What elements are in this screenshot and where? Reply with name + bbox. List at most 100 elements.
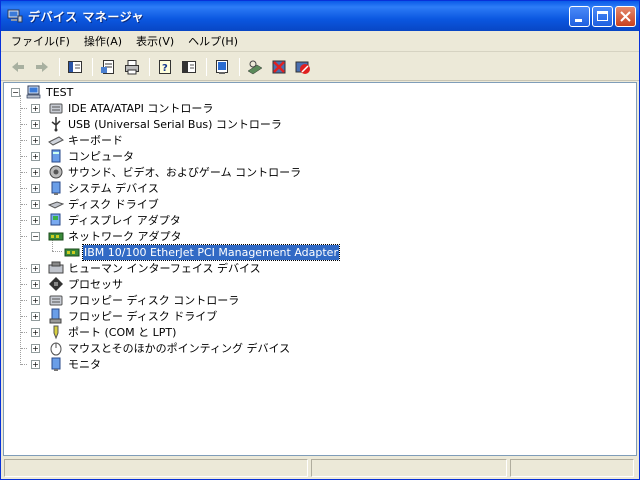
view-icon [182, 60, 196, 73]
tree-item[interactable]: − ネットワーク アダプタ [21, 228, 183, 244]
back-icon [12, 61, 24, 72]
tree-item-label: IDE ATA/ATAPI コントローラ [68, 101, 214, 115]
tree-item[interactable]: + モニタ [21, 356, 102, 372]
tree-item-label: プロセッサ [68, 277, 123, 291]
device-manager-icon [7, 9, 23, 23]
disable-button[interactable] [292, 56, 314, 78]
expand-toggle[interactable]: + [31, 263, 40, 273]
toolbar-separator [206, 57, 207, 76]
tree-connector [21, 300, 27, 301]
disk-drive-icon [48, 201, 64, 209]
menu-view[interactable]: 表示(V) [129, 32, 181, 51]
expand-toggle[interactable]: + [31, 279, 40, 289]
expand-toggle[interactable]: + [31, 135, 40, 145]
expand-toggle[interactable]: + [31, 295, 40, 305]
tree-connector [21, 316, 27, 317]
collapse-toggle[interactable]: − [31, 231, 40, 241]
back-button[interactable] [7, 56, 29, 78]
expand-toggle[interactable]: + [31, 359, 40, 369]
tree-connector [21, 204, 27, 205]
tree-item-label: サウンド、ビデオ、およびゲーム コントローラ [68, 165, 302, 179]
status-panel [311, 459, 507, 477]
show-hide-tree-button[interactable] [64, 56, 86, 78]
tree-item[interactable]: + サウンド、ビデオ、およびゲーム コントローラ [21, 164, 302, 180]
expand-toggle[interactable]: + [31, 311, 40, 321]
status-panel [4, 459, 308, 477]
tree-item[interactable]: + ポート (COM と LPT) [21, 324, 177, 340]
maximize-button[interactable] [592, 6, 613, 27]
tree-connector [20, 95, 21, 365]
menu-help[interactable]: ヘルプ(H) [181, 32, 245, 51]
hid-icon [48, 261, 64, 274]
keyboard-icon [48, 136, 64, 146]
tree-item[interactable]: + システム デバイス [21, 180, 160, 196]
view-button[interactable] [178, 56, 200, 78]
help-icon: ? [159, 59, 171, 74]
expand-toggle[interactable]: + [31, 119, 40, 129]
computer-icon [26, 85, 41, 99]
toolbar-separator [149, 57, 150, 76]
monitor-icon [51, 357, 61, 371]
tree-item-label: コンピュータ [68, 149, 134, 163]
properties-button[interactable] [97, 56, 119, 78]
scan-hardware-button[interactable] [244, 56, 266, 78]
close-button[interactable] [615, 6, 636, 27]
expand-toggle[interactable]: + [31, 199, 40, 209]
forward-icon [36, 61, 48, 72]
tree-connector [21, 156, 27, 157]
tree-item-label: ネットワーク アダプタ [68, 229, 182, 243]
tree-item[interactable]: + ヒューマン インターフェイス デバイス [21, 260, 262, 276]
port-icon [53, 325, 59, 340]
expand-toggle[interactable]: + [31, 327, 40, 337]
tree-item-label: フロッピー ディスク ドライブ [68, 309, 218, 323]
tree-connector [21, 348, 27, 349]
tree-item-label: システム デバイス [68, 181, 159, 195]
tree-item[interactable]: + USB (Universal Serial Bus) コントローラ [21, 116, 283, 132]
sound-icon [49, 165, 63, 179]
tree-item[interactable]: + コンピュータ [21, 148, 135, 164]
tree-connector [21, 188, 27, 189]
collapse-toggle[interactable]: − [11, 87, 20, 97]
device-tree[interactable]: − TEST + IDE ATA/ATAPI コントローラ + USB (Univer… [3, 82, 637, 456]
tree-item[interactable]: + キーボード [21, 132, 124, 148]
selected-device-label: IBM 10/100 EtherJet PCI Management Adapt… [82, 243, 340, 261]
expand-toggle[interactable]: + [31, 103, 40, 113]
menu-action[interactable]: 操作(A) [77, 32, 129, 51]
refresh-button[interactable] [211, 56, 233, 78]
forward-button[interactable] [31, 56, 53, 78]
expand-toggle[interactable]: + [31, 167, 40, 177]
print-button[interactable] [121, 56, 143, 78]
tree-connector [21, 140, 27, 141]
expand-toggle[interactable]: + [31, 343, 40, 353]
tree-item[interactable]: + マウスとそのほかのポインティング デバイス [21, 340, 291, 356]
tree-item-label: フロッピー ディスク コントローラ [68, 293, 240, 307]
display-adapter-icon [50, 213, 61, 226]
uninstall-button[interactable] [268, 56, 290, 78]
tree-item[interactable]: + ディスプレイ アダプタ [21, 212, 182, 228]
expand-toggle[interactable]: + [31, 215, 40, 225]
tree-item[interactable]: + ディスク ドライブ [21, 196, 160, 212]
system-device-icon [51, 181, 61, 195]
tree-root[interactable]: − TEST [11, 84, 74, 100]
toolbar-separator [59, 57, 60, 76]
tree-connector [21, 236, 27, 237]
help-button[interactable]: ? [154, 56, 176, 78]
menu-file[interactable]: ファイル(F) [4, 32, 77, 51]
tree-connector [21, 284, 27, 285]
tree-connector [21, 124, 27, 125]
tree-item-label: キーボード [68, 133, 123, 147]
title-bar[interactable]: デバイス マネージャ [1, 1, 639, 31]
toolbar: ? [1, 53, 639, 81]
tree-item[interactable]: + IDE ATA/ATAPI コントローラ [21, 100, 214, 116]
expand-toggle[interactable]: + [31, 183, 40, 193]
tree-item[interactable]: + フロッピー ディスク ドライブ [21, 308, 218, 324]
tree-item[interactable]: + プロセッサ [21, 276, 124, 292]
minimize-button[interactable] [569, 6, 590, 27]
tree-child-item[interactable]: IBM 10/100 EtherJet PCI Management Adapt… [64, 243, 340, 261]
expand-toggle[interactable]: + [31, 151, 40, 161]
tree-item[interactable]: + フロッピー ディスク コントローラ [21, 292, 240, 308]
disable-icon [295, 61, 310, 74]
floppy-controller-icon [49, 295, 63, 306]
toolbar-separator [92, 57, 93, 76]
tree-connector [21, 172, 27, 173]
